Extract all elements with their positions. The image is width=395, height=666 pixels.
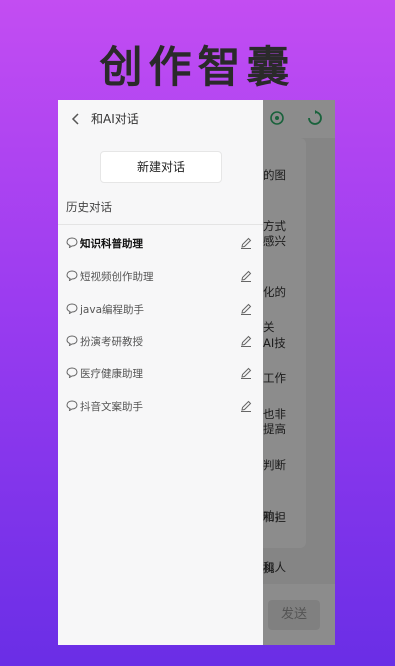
- edit-icon[interactable]: [239, 399, 253, 413]
- edit-icon[interactable]: [239, 366, 253, 380]
- history-item[interactable]: 知识科普助理: [58, 230, 263, 258]
- edit-icon[interactable]: [239, 269, 253, 283]
- history-item-label: 短视频创作助理: [80, 271, 154, 283]
- chat-bubble-icon: [66, 237, 78, 248]
- drawer-title: 和AI对话: [91, 112, 139, 126]
- history-heading: 历史对话: [66, 200, 112, 214]
- history-item[interactable]: 医疗健康助理: [58, 360, 263, 388]
- history-item[interactable]: java编程助手: [58, 296, 263, 324]
- chat-bubble-icon: [66, 303, 78, 314]
- chat-bubble-icon: [66, 335, 78, 346]
- back-arrow-icon[interactable]: [69, 112, 83, 126]
- edit-icon[interactable]: [239, 302, 253, 316]
- divider: [58, 224, 263, 225]
- history-item-label: java编程助手: [80, 304, 144, 316]
- chat-bubble-icon: [66, 270, 78, 281]
- edit-icon[interactable]: [239, 334, 253, 348]
- history-item-label: 医疗健康助理: [80, 368, 143, 380]
- chat-bubble-icon: [66, 367, 78, 378]
- history-item[interactable]: 短视频创作助理: [58, 263, 263, 291]
- edit-icon[interactable]: [239, 236, 253, 250]
- chat-bubble-icon: [66, 400, 78, 411]
- history-item-label: 抖音文案助手: [80, 401, 143, 413]
- drawer-header: 和AI对话: [58, 100, 263, 138]
- history-item[interactable]: 扮演考研教授: [58, 328, 263, 356]
- phone-screen: 的图 方式 感兴 化的 AI技 关 工作 提高 也非 判断 响， 和人 和担 挑…: [58, 100, 335, 645]
- history-item-label: 知识科普助理: [80, 238, 143, 250]
- history-drawer: 和AI对话 新建对话 历史对话 知识科普助理 短视频创作助理 java编程助手 …: [58, 100, 263, 645]
- history-item-label: 扮演考研教授: [80, 336, 143, 348]
- history-item[interactable]: 抖音文案助手: [58, 393, 263, 421]
- promo-title: 创作智囊: [99, 43, 296, 93]
- new-chat-button[interactable]: 新建对话: [100, 151, 222, 183]
